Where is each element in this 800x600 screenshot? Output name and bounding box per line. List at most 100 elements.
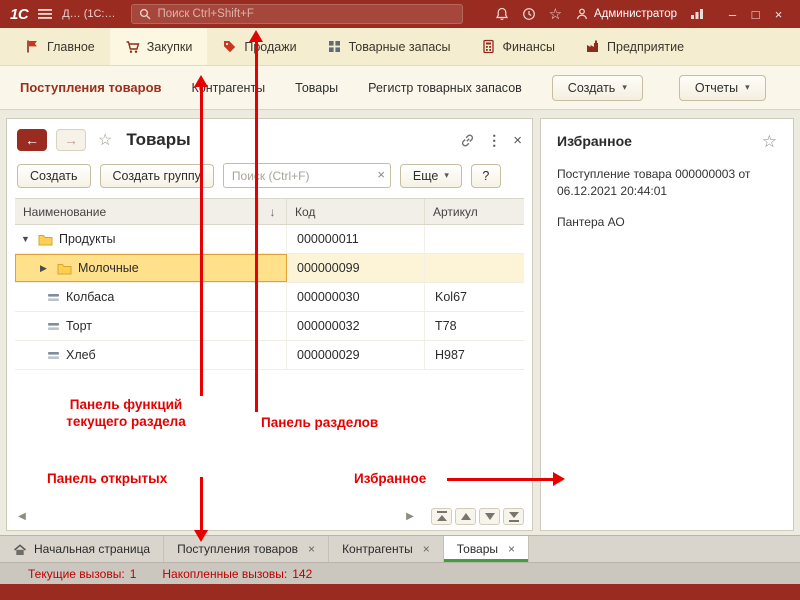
favorites-star-icon[interactable]: ☆ [549, 7, 562, 22]
table-row[interactable]: Хлеб 000000029 H987 [15, 341, 524, 370]
function-link-postupleniya-tovarov[interactable]: Поступления товаров [20, 80, 162, 95]
close-window-button[interactable]: × [513, 132, 522, 149]
tab-tovary-active[interactable]: Товары × [443, 536, 530, 562]
row-name: Молочные [78, 261, 139, 275]
expand-icon[interactable]: ▶ [40, 263, 51, 274]
titlebar: 1С Д… (1С:… ☆ Администратор [0, 0, 800, 28]
window-title: Товары [126, 130, 191, 149]
calculator-icon [482, 39, 494, 54]
section-tab-predpriyatie[interactable]: Предприятие [570, 28, 699, 65]
current-calls-label: Текущие вызовы: [28, 566, 125, 581]
close-tab-icon[interactable]: × [508, 542, 515, 556]
home-icon [14, 543, 26, 555]
section-tab-finansy[interactable]: Финансы [466, 28, 570, 65]
reports-menu-button[interactable]: Отчеты ▾ [678, 74, 766, 101]
titlebar-icons: ☆ Администратор – □ × [495, 7, 790, 22]
factory-icon [587, 40, 599, 52]
table-header-row: Наименование ↓ Код Артикул [15, 199, 524, 225]
create-button[interactable]: Создать [17, 163, 91, 188]
section-tab-glavnoe[interactable]: Главное [10, 28, 110, 65]
flag-icon [27, 40, 37, 53]
row-article [425, 254, 524, 282]
table-row[interactable]: Торт 000000032 T78 [15, 312, 524, 341]
close-tab-icon[interactable]: × [308, 542, 315, 556]
more-actions-icon[interactable]: ⋮ [487, 132, 501, 149]
catalog-item-icon [48, 351, 59, 359]
section-label: Финансы [502, 39, 556, 54]
scroll-left-icon[interactable]: ◀ [15, 511, 29, 522]
window-frame-bottom [0, 584, 800, 600]
go-previous-button[interactable] [455, 507, 476, 525]
accumulated-calls-label: Накопленные вызовы: [162, 566, 288, 581]
create-menu-label: Создать [567, 80, 616, 95]
minimize-button[interactable]: – [721, 7, 744, 22]
row-name: Колбаса [66, 290, 115, 304]
row-name: Хлеб [66, 348, 96, 362]
collapse-icon[interactable]: ▼ [21, 234, 32, 244]
get-link-icon[interactable] [460, 133, 475, 148]
close-tab-icon[interactable]: × [423, 542, 430, 556]
row-article: H987 [435, 348, 465, 362]
close-app-button[interactable]: × [767, 7, 790, 22]
table-row-selected[interactable]: ▶ Молочные 000000099 [15, 254, 524, 283]
create-menu-button[interactable]: Создать ▾ [551, 74, 643, 101]
favorites-entry[interactable]: Пантера АО [557, 214, 777, 231]
favorites-title: Избранное [557, 133, 632, 149]
history-clock-icon[interactable] [522, 7, 536, 21]
column-header-article[interactable]: Артикул [425, 199, 524, 224]
column-header-name[interactable]: Наименование [15, 199, 259, 224]
table-row[interactable]: ▼ Продукты 000000011 [15, 225, 524, 254]
section-tab-zakupki[interactable]: Закупки [109, 28, 208, 65]
folder-icon [57, 263, 72, 274]
row-code: 000000099 [287, 254, 425, 282]
help-button[interactable]: ? [470, 163, 501, 188]
tab-kontragenty[interactable]: Контрагенты × [329, 536, 444, 562]
row-code: 000000032 [287, 312, 425, 340]
annotation-open-panel: Панель открытых [47, 471, 168, 486]
clear-search-icon[interactable]: × [377, 167, 385, 182]
create-group-button[interactable]: Создать группу [99, 163, 214, 188]
section-label: Предприятие [607, 39, 685, 54]
function-link-registr[interactable]: Регистр товарных запасов [368, 81, 522, 95]
chevron-down-icon: ▾ [622, 82, 627, 92]
horizontal-scrollbar: ◀ ▶ [15, 507, 524, 525]
annotation-arrow-sections [255, 41, 258, 412]
current-calls-value: 1 [129, 566, 137, 581]
main-menu-icon[interactable] [38, 8, 53, 20]
row-name: Продукты [59, 232, 116, 246]
favorites-panel: Избранное ☆ Поступление товара 000000003… [540, 118, 794, 531]
global-search-input[interactable] [157, 8, 456, 20]
function-link-tovary[interactable]: Товары [295, 81, 338, 95]
go-last-button[interactable] [503, 507, 524, 525]
tab-nachalnaya-stranitsa[interactable]: Начальная страница [0, 536, 165, 562]
go-first-button[interactable] [431, 507, 452, 525]
annotation-sections-panel: Панель разделов [261, 415, 379, 430]
maximize-button[interactable]: □ [744, 7, 767, 22]
section-tab-tovarnye-zapasy[interactable]: Товарные запасы [312, 28, 466, 65]
add-to-favorites-star-icon[interactable]: ☆ [98, 130, 112, 150]
forward-button[interactable]: → [56, 129, 86, 151]
column-header-code[interactable]: Код [287, 199, 425, 224]
scroll-right-icon[interactable]: ▶ [403, 511, 417, 522]
go-next-button[interactable] [479, 507, 500, 525]
row-article [425, 225, 524, 253]
user-menu[interactable]: Администратор [575, 7, 677, 21]
favorites-pin-star-icon[interactable]: ☆ [762, 133, 777, 150]
back-button[interactable]: ← [17, 129, 47, 151]
tab-postupleniya-tovarov[interactable]: Поступления товаров × [164, 536, 330, 562]
table-row[interactable]: Колбаса 000000030 Kol67 [15, 283, 524, 312]
list-search-input[interactable] [222, 163, 391, 188]
items-table: Наименование ↓ Код Артикул ▼ Продукты 00… [15, 198, 524, 370]
annotation-arrow-favorites [447, 478, 553, 481]
more-button[interactable]: Еще ▾ [399, 163, 462, 188]
favorites-entry[interactable]: Поступление товара 000000003 от 06.12.20… [557, 166, 777, 200]
row-article: Kol67 [435, 290, 467, 304]
sort-indicator-icon[interactable]: ↓ [259, 199, 287, 224]
sales-tag-icon [224, 41, 236, 53]
tab-label: Контрагенты [342, 542, 413, 556]
app-title: Д… (1С:… [62, 8, 116, 20]
connection-quality-icon[interactable] [690, 8, 704, 20]
user-name: Администратор [594, 8, 677, 20]
notifications-bell-icon[interactable] [495, 7, 509, 21]
list-search: × [222, 163, 391, 188]
